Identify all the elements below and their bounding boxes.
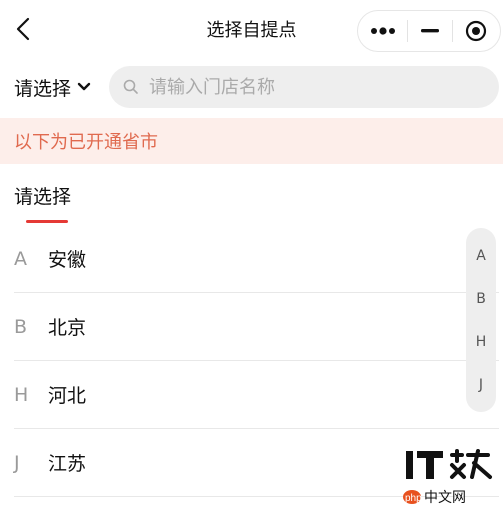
list-item-hebei[interactable]: H 河北 (14, 361, 499, 429)
list-item-name: 北京 (48, 317, 87, 339)
tab-label: 请选择 (14, 186, 72, 208)
page: 选择自提点 请选择 请输入门店名称 以下为已开通省市 请选择 A 安徽 B 北京… (0, 0, 503, 509)
index-letter-a[interactable]: A (476, 248, 486, 264)
notice-banner: 以下为已开通省市 (0, 118, 503, 164)
list-item-letter: A (14, 247, 27, 270)
svg-text:中文网: 中文网 (424, 490, 466, 506)
list-item-letter: B (14, 315, 28, 338)
search-box[interactable] (109, 66, 499, 108)
list-item-name: 河北 (48, 385, 87, 407)
chevron-down-icon (77, 82, 91, 92)
notice-text: 以下为已开通省市 (14, 132, 158, 153)
minimize-button[interactable] (408, 11, 451, 51)
alphabet-index-bar: A B H J (466, 228, 496, 412)
index-letter-j[interactable]: J (479, 377, 483, 393)
list-item-name: 安徽 (48, 249, 87, 271)
region-dropdown-label: 请选择 (14, 77, 72, 100)
tab-active-indicator (26, 220, 68, 223)
more-dots-icon (370, 27, 396, 35)
mini-program-capsule (357, 10, 501, 52)
list-item-anhui[interactable]: A 安徽 (14, 225, 499, 293)
list-item-name: 江苏 (48, 453, 87, 475)
search-row: 请选择 (0, 62, 503, 112)
index-letter-b[interactable]: B (476, 291, 486, 307)
tab-select[interactable]: 请选择 (14, 182, 72, 223)
list-item-beijing[interactable]: B 北京 (14, 293, 499, 361)
close-button[interactable] (453, 11, 500, 51)
list-item-letter: H (14, 383, 29, 406)
more-button[interactable] (358, 11, 407, 51)
index-letter-h[interactable]: H (476, 334, 487, 350)
minimize-icon (420, 29, 439, 33)
nav-header: 选择自提点 (0, 0, 503, 58)
svg-text:php: php (405, 493, 422, 504)
watermark-logo: php 中文网 (402, 447, 498, 507)
search-icon (123, 79, 139, 95)
list-item-letter: J (14, 451, 20, 474)
target-close-icon (465, 20, 487, 42)
region-dropdown[interactable]: 请选择 (14, 72, 91, 102)
store-search-input[interactable] (147, 75, 471, 99)
